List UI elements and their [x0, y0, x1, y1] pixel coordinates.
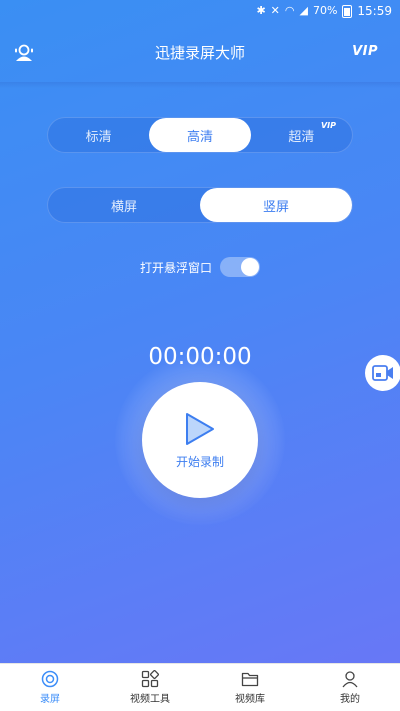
battery-percent: 70%: [312, 4, 338, 17]
start-record-button[interactable]: 开始录制: [142, 382, 258, 498]
quality-option-label: 超清: [288, 129, 315, 145]
nav-label: 视频库: [235, 694, 265, 705]
nav-item-library[interactable]: 视频库: [200, 664, 300, 711]
nav-item-tools[interactable]: 视频工具: [100, 664, 200, 711]
nav-label: 录屏: [40, 694, 60, 705]
wifi-icon: ◠: [284, 4, 295, 17]
record-icon: [41, 670, 59, 688]
tools-grid-icon: [141, 670, 159, 688]
floating-window-toggle[interactable]: [220, 257, 260, 277]
floating-window-row: 打开悬浮窗口: [0, 257, 400, 277]
mute-icon: ✕: [270, 4, 280, 17]
nav-item-record[interactable]: 录屏: [0, 664, 100, 711]
nav-label: 视频工具: [130, 694, 170, 705]
quality-option-label: 高清: [186, 129, 213, 145]
status-bar: ✱ ✕ ◠ ◢ 70% 15:59: [0, 0, 400, 24]
status-icons: ✱ ✕ ◠ ◢ 70% 15:59: [256, 4, 392, 18]
folder-icon: [241, 672, 259, 687]
header-divider: [0, 82, 400, 88]
quality-selector: 标清 高清 超清 VIP: [47, 117, 353, 153]
start-record-label: 开始录制: [175, 454, 224, 469]
signal-icon: ◢: [299, 4, 308, 17]
bottom-nav: 录屏 视频工具 视频库 我的: [0, 663, 400, 711]
vip-badge: VIP: [320, 121, 336, 130]
orientation-option-label: 横屏: [110, 199, 137, 215]
quality-option-label: 标清: [85, 129, 112, 145]
play-icon: [186, 412, 214, 445]
app-screen: ✱ ✕ ◠ ◢ 70% 15:59 迅捷录屏大师 VIP 标清 高清 超清 VI…: [0, 0, 400, 711]
floating-window-label: 打开悬浮窗口: [139, 260, 212, 275]
quality-option-uhd[interactable]: 超清 VIP: [251, 118, 352, 152]
vip-button[interactable]: VIP: [352, 44, 378, 59]
header: 迅捷录屏大师 VIP: [0, 24, 400, 82]
orientation-option-label: 竖屏: [262, 199, 289, 215]
nav-item-mine[interactable]: 我的: [300, 664, 400, 711]
toggle-knob: [241, 258, 259, 276]
video-camera-icon: [372, 365, 393, 381]
person-icon: [342, 671, 358, 688]
quality-option-sd[interactable]: 标清: [48, 118, 149, 152]
nav-label: 我的: [340, 694, 360, 705]
clock: 15:59: [357, 4, 392, 18]
video-camera-button[interactable]: [365, 355, 400, 391]
orientation-option-portrait[interactable]: 竖屏: [200, 188, 352, 222]
page-title: 迅捷录屏大师: [154, 44, 245, 62]
battery-icon: [342, 4, 353, 18]
orientation-selector: 横屏 竖屏: [47, 187, 353, 223]
bluetooth-icon: ✱: [256, 4, 266, 17]
orientation-option-landscape[interactable]: 横屏: [48, 188, 200, 222]
quality-option-hd[interactable]: 高清: [149, 118, 251, 152]
